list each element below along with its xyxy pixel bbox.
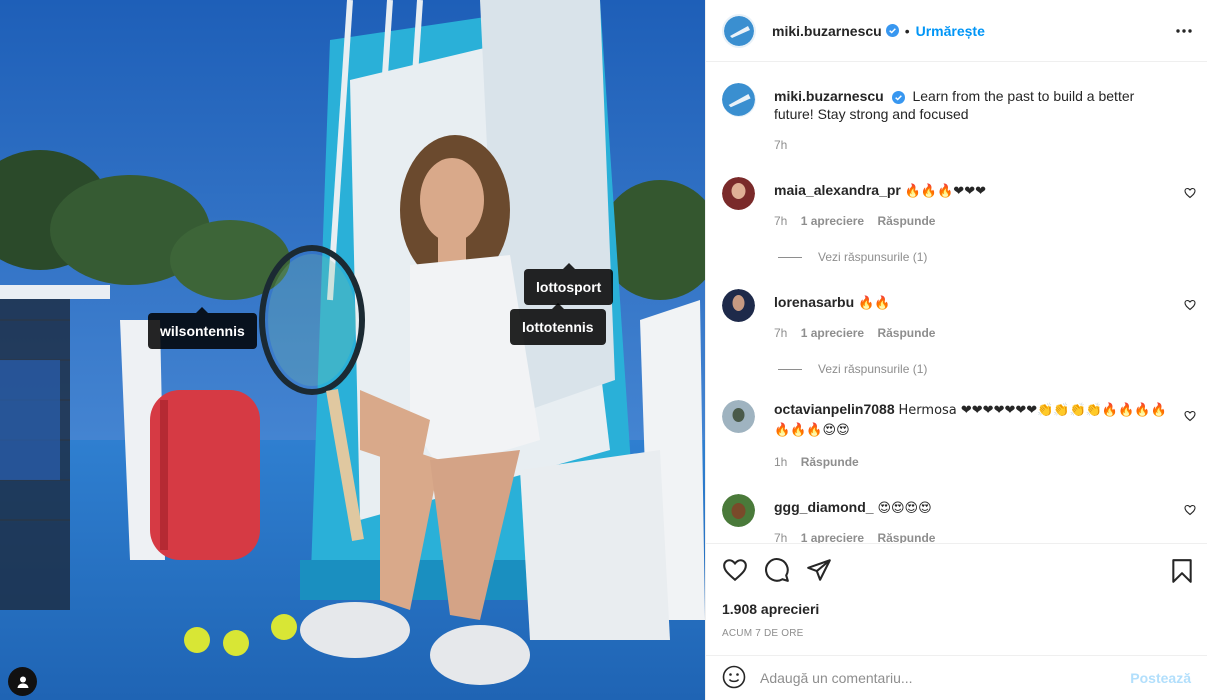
product-tag[interactable]: lottosport <box>524 263 614 305</box>
comment-username[interactable]: lorenasarbu <box>774 294 854 310</box>
comment-likes[interactable]: 1 apreciere <box>801 326 864 340</box>
comment-body: maia_alexandra_pr 🔥🔥🔥❤❤❤ <box>774 181 1174 201</box>
reply-button[interactable]: Răspunde <box>801 455 859 469</box>
comment-meta: 7h 1 apreciere Răspunde <box>774 531 945 543</box>
comment-button[interactable] <box>764 557 790 586</box>
avatar[interactable] <box>722 177 755 210</box>
comment-meta: 7h 1 apreciere Răspunde <box>774 326 945 340</box>
verified-badge-icon <box>891 90 905 104</box>
caption-body: miki.buzarnescu Learn from the past to b… <box>774 87 1174 123</box>
comment-text: 😍😍😍😍 <box>877 501 932 516</box>
post-details-panel: miki.buzarnescu • Urmărește miki.buzarne… <box>705 0 1207 700</box>
caption-username[interactable]: miki.buzarnescu <box>774 88 884 104</box>
like-button[interactable] <box>722 557 748 586</box>
comment-meta: 1h Răspunde <box>774 455 869 469</box>
comment-meta: 7h 1 apreciere Răspunde <box>774 214 945 228</box>
caption-meta: 7h <box>774 138 797 152</box>
post-comment-button[interactable]: Postează <box>1130 670 1191 686</box>
save-button[interactable] <box>1171 558 1193 587</box>
comment-body: octavianpelin7088 Hermosa ❤❤❤❤❤❤❤👏👏👏👏🔥🔥🔥… <box>774 400 1174 440</box>
comment-likes[interactable]: 1 apreciere <box>801 531 864 543</box>
comment-body: lorenasarbu 🔥🔥 <box>774 293 1174 313</box>
smiley-icon <box>722 665 746 688</box>
emoji-button[interactable] <box>722 665 746 692</box>
comment-bubble-icon <box>765 558 789 582</box>
avatar[interactable] <box>722 494 755 527</box>
post-header: miki.buzarnescu • Urmărește <box>706 0 1207 62</box>
comment-time: 7h <box>774 326 788 340</box>
add-comment-bar: Postează <box>706 655 1207 700</box>
comments-list[interactable]: miki.buzarnescu Learn from the past to b… <box>706 63 1207 543</box>
heart-icon <box>723 559 747 582</box>
comment-body: ggg_diamond_ 😍😍😍😍 <box>774 498 1174 518</box>
view-replies-button[interactable]: Vezi răspunsurile (1) <box>778 250 927 264</box>
comment-input[interactable] <box>760 670 1131 686</box>
paper-plane-icon <box>807 559 831 581</box>
comment-username[interactable]: maia_alexandra_pr <box>774 182 901 198</box>
avatar[interactable] <box>722 289 755 322</box>
comment-username[interactable]: octavianpelin7088 <box>774 401 895 417</box>
divider-line <box>778 368 802 370</box>
verified-badge-icon <box>885 24 899 37</box>
action-icons <box>722 557 832 586</box>
comment-time: 1h <box>774 455 788 469</box>
view-replies-label: Vezi răspunsurile (1) <box>818 250 928 264</box>
like-comment-heart-icon[interactable] <box>1184 187 1196 199</box>
comment-text: 🔥🔥🔥❤❤❤ <box>904 184 986 199</box>
user-icon <box>17 676 28 688</box>
avatar[interactable] <box>722 13 756 48</box>
post-timestamp: ACUM 7 DE ORE <box>722 628 804 639</box>
follow-button[interactable]: Urmărește <box>916 23 985 39</box>
caption-time: 7h <box>774 138 788 152</box>
view-replies-label: Vezi răspunsurile (1) <box>818 362 928 376</box>
like-comment-heart-icon[interactable] <box>1184 410 1196 422</box>
product-tag[interactable]: wilsontennis <box>148 307 257 349</box>
comment-likes[interactable]: 1 apreciere <box>801 214 864 228</box>
separator-dot: • <box>904 22 910 39</box>
avatar[interactable] <box>722 83 756 117</box>
comment-time: 7h <box>774 214 788 228</box>
author-username[interactable]: miki.buzarnescu <box>772 23 882 39</box>
like-comment-heart-icon[interactable] <box>1184 504 1196 516</box>
comment-time: 7h <box>774 531 788 543</box>
bookmark-icon <box>1172 559 1192 583</box>
user-tags-button[interactable] <box>8 667 37 696</box>
post-actions: 1.908 aprecieri ACUM 7 DE ORE <box>706 543 1207 655</box>
post-media[interactable]: wilsontennis lottosport lottotennis <box>0 0 705 700</box>
share-button[interactable] <box>806 557 832 586</box>
reply-button[interactable]: Răspunde <box>877 214 935 228</box>
comment-text: 🔥🔥 <box>858 296 891 311</box>
divider-line <box>778 256 802 258</box>
likes-count[interactable]: 1.908 aprecieri <box>722 601 819 617</box>
avatar[interactable] <box>722 400 755 433</box>
reply-button[interactable]: Răspunde <box>877 326 935 340</box>
view-replies-button[interactable]: Vezi răspunsurile (1) <box>778 362 927 376</box>
product-tag[interactable]: lottotennis <box>510 303 606 345</box>
reply-button[interactable]: Răspunde <box>877 531 935 543</box>
more-horizontal-icon[interactable] <box>1175 22 1193 40</box>
post-image <box>0 0 705 700</box>
like-comment-heart-icon[interactable] <box>1184 299 1196 311</box>
comment-username[interactable]: ggg_diamond_ <box>774 499 874 515</box>
